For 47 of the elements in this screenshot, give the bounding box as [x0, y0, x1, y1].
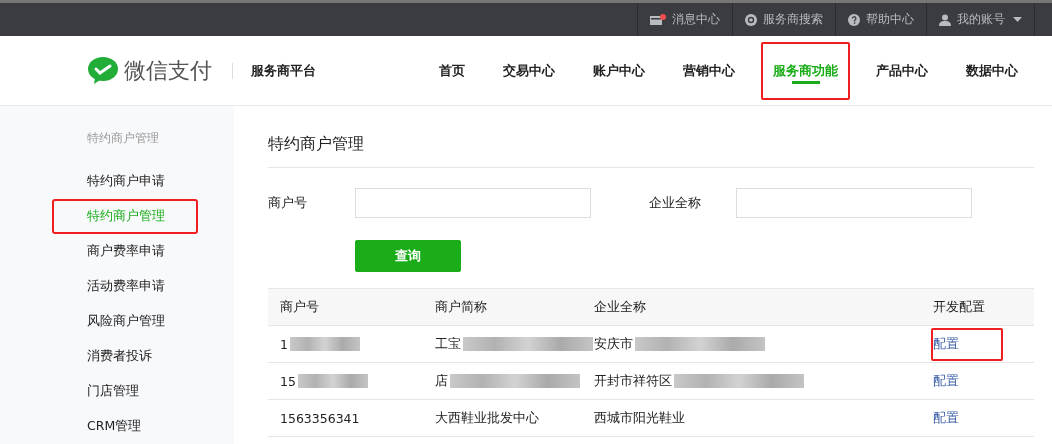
sidebar-item[interactable]: 活动费率申请	[52, 269, 198, 304]
logo-icon	[88, 56, 118, 85]
top-bar-link[interactable]: 消息中心	[637, 3, 732, 36]
sidebar-item[interactable]: 门店管理	[52, 374, 198, 409]
input-field[interactable]	[736, 188, 972, 218]
table-cell: 1	[280, 336, 288, 352]
table-cell: 大西鞋业批发中心	[435, 409, 539, 427]
top-bar-link[interactable]: 服务商搜索	[732, 3, 835, 36]
column-header: 开发配置	[933, 298, 986, 316]
config-link[interactable]: 配置	[931, 364, 971, 398]
table-cell: 15	[280, 373, 296, 389]
nav-tab[interactable]: 营销中心	[671, 41, 747, 100]
column-header: 商户简称	[435, 298, 488, 316]
table-cell: 店	[435, 372, 448, 390]
config-link[interactable]: 配置	[931, 327, 1003, 361]
column-header: 商户号	[279, 298, 320, 316]
platform-name: 服务商平台	[251, 61, 316, 80]
field-label: 企业全称	[649, 194, 702, 212]
user-icon	[939, 13, 951, 26]
table-cell: 西城市阳光鞋业	[594, 409, 685, 427]
input-field[interactable]	[355, 188, 591, 218]
table-cell: 开封市祥符区	[594, 372, 672, 390]
search-icon	[745, 13, 757, 26]
table-cell: 工宝	[435, 335, 461, 353]
config-link[interactable]: 配置	[931, 401, 971, 435]
top-bar-link[interactable]: 我的账号	[926, 3, 1034, 36]
nav-tab[interactable]: 产品中心	[864, 41, 940, 100]
column-header: 企业全称	[594, 298, 647, 316]
table-cell: 1563356341	[280, 410, 360, 426]
sidebar-item[interactable]: 特约商户申请	[52, 164, 198, 199]
help-icon	[848, 13, 860, 26]
sidebar-item[interactable]: 消费者投诉	[52, 339, 198, 374]
sidebar-item[interactable]: 风险商户管理	[52, 304, 198, 339]
sidebar-heading: 特约商户管理	[86, 130, 160, 147]
logo-text: 微信支付	[124, 56, 212, 85]
nav-tab[interactable]: 账户中心	[581, 41, 657, 100]
top-bar-link[interactable]: 帮助中心	[835, 3, 926, 36]
sidebar-item[interactable]: 商户费率申请	[52, 234, 198, 269]
nav-tab[interactable]: 交易中心	[491, 41, 567, 100]
nav-tab[interactable]: 数据中心	[954, 41, 1030, 100]
caret-icon	[1013, 17, 1022, 22]
sidebar-item[interactable]: CRM管理	[52, 409, 198, 444]
page-title: 特约商户管理	[268, 134, 1034, 168]
table-cell: 安庆市	[594, 335, 633, 353]
nav-tab[interactable]: 首页	[427, 41, 477, 100]
field-label: 商户号	[268, 194, 308, 212]
envelope-icon	[650, 13, 666, 26]
